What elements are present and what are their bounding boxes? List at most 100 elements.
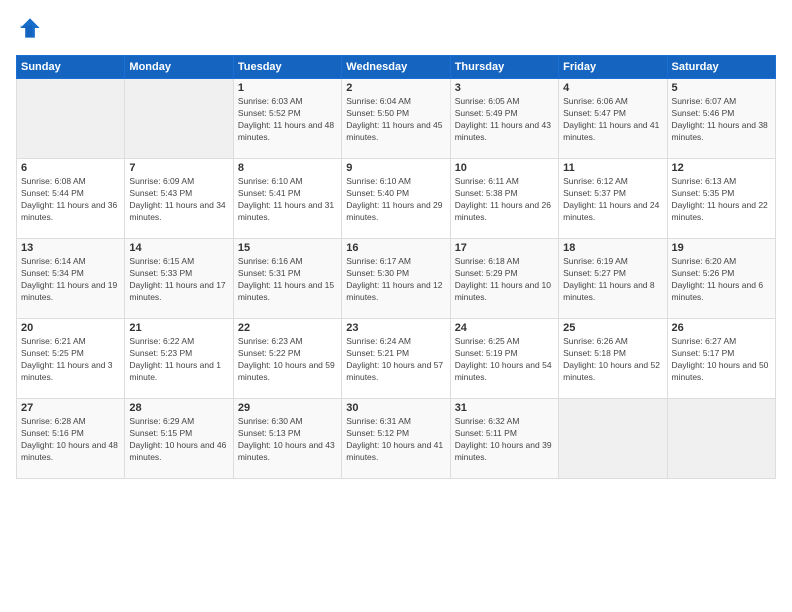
day-info: Sunrise: 6:28 AMSunset: 5:16 PMDaylight:… [21, 416, 118, 462]
calendar-cell: 12 Sunrise: 6:13 AMSunset: 5:35 PMDayligh… [667, 159, 775, 239]
day-info: Sunrise: 6:22 AMSunset: 5:23 PMDaylight:… [129, 336, 221, 382]
calendar-cell: 31Sunrise: 6:32 AMSunset: 5:11 PMDayligh… [450, 399, 558, 479]
calendar-cell: 18 Sunrise: 6:19 AMSunset: 5:27 PMDayligh… [559, 239, 667, 319]
week-row-2: 6 Sunrise: 6:08 AMSunset: 5:44 PMDaylight… [17, 159, 776, 239]
header [16, 16, 776, 45]
day-number: 24 [455, 322, 554, 334]
day-number: 13 [21, 242, 120, 254]
calendar-cell: 8 Sunrise: 6:10 AMSunset: 5:41 PMDaylight… [233, 159, 341, 239]
day-number: 11 [563, 162, 662, 174]
day-number: 6 [21, 162, 120, 174]
day-info: Sunrise: 6:04 AMSunset: 5:50 PMDaylight:… [346, 96, 442, 142]
day-info: Sunrise: 6:26 AMSunset: 5:18 PMDaylight:… [563, 336, 660, 382]
day-info: Sunrise: 6:08 AMSunset: 5:44 PMDaylight:… [21, 176, 117, 222]
day-number: 22 [238, 322, 337, 334]
calendar-cell: 5 Sunrise: 6:07 AMSunset: 5:46 PMDaylight… [667, 79, 775, 159]
day-number: 19 [672, 242, 771, 254]
day-number: 15 [238, 242, 337, 254]
week-row-3: 13 Sunrise: 6:14 AMSunset: 5:34 PMDayligh… [17, 239, 776, 319]
calendar-cell [125, 79, 233, 159]
calendar-cell: 15 Sunrise: 6:16 AMSunset: 5:31 PMDayligh… [233, 239, 341, 319]
day-info: Sunrise: 6:25 AMSunset: 5:19 PMDaylight:… [455, 336, 552, 382]
day-info: Sunrise: 6:10 AMSunset: 5:41 PMDaylight:… [238, 176, 334, 222]
calendar-cell: 7 Sunrise: 6:09 AMSunset: 5:43 PMDaylight… [125, 159, 233, 239]
day-number: 31 [455, 402, 554, 414]
weekday-header-wednesday: Wednesday [342, 56, 450, 79]
calendar-cell: 29 Sunrise: 6:30 AMSunset: 5:13 PMDayligh… [233, 399, 341, 479]
calendar-cell: 3Sunrise: 6:05 AMSunset: 5:49 PMDaylight… [450, 79, 558, 159]
calendar-cell: 21 Sunrise: 6:22 AMSunset: 5:23 PMDayligh… [125, 319, 233, 399]
calendar-cell: 26 Sunrise: 6:27 AMSunset: 5:17 PMDayligh… [667, 319, 775, 399]
day-info: Sunrise: 6:30 AMSunset: 5:13 PMDaylight:… [238, 416, 335, 462]
day-number: 18 [563, 242, 662, 254]
day-number: 5 [672, 82, 771, 94]
day-number: 26 [672, 322, 771, 334]
calendar-cell: 28 Sunrise: 6:29 AMSunset: 5:15 PMDayligh… [125, 399, 233, 479]
weekday-header-thursday: Thursday [450, 56, 558, 79]
day-info: Sunrise: 6:24 AMSunset: 5:21 PMDaylight:… [346, 336, 443, 382]
calendar-cell: 6 Sunrise: 6:08 AMSunset: 5:44 PMDaylight… [17, 159, 125, 239]
day-info: Sunrise: 6:05 AMSunset: 5:49 PMDaylight:… [455, 96, 551, 142]
week-row-5: 27 Sunrise: 6:28 AMSunset: 5:16 PMDayligh… [17, 399, 776, 479]
day-info: Sunrise: 6:06 AMSunset: 5:47 PMDaylight:… [563, 96, 659, 142]
day-number: 27 [21, 402, 120, 414]
calendar-cell [667, 399, 775, 479]
day-number: 1 [238, 82, 337, 94]
day-number: 29 [238, 402, 337, 414]
day-info: Sunrise: 6:23 AMSunset: 5:22 PMDaylight:… [238, 336, 335, 382]
week-row-4: 20Sunrise: 6:21 AMSunset: 5:25 PMDayligh… [17, 319, 776, 399]
day-number: 12 [672, 162, 771, 174]
day-number: 10 [455, 162, 554, 174]
calendar-cell: 20Sunrise: 6:21 AMSunset: 5:25 PMDayligh… [17, 319, 125, 399]
calendar-cell: 17Sunrise: 6:18 AMSunset: 5:29 PMDayligh… [450, 239, 558, 319]
day-number: 2 [346, 82, 445, 94]
day-number: 8 [238, 162, 337, 174]
day-number: 23 [346, 322, 445, 334]
calendar-cell: 27 Sunrise: 6:28 AMSunset: 5:16 PMDayligh… [17, 399, 125, 479]
calendar-cell: 10 Sunrise: 6:11 AMSunset: 5:38 PMDayligh… [450, 159, 558, 239]
calendar-cell: 22 Sunrise: 6:23 AMSunset: 5:22 PMDayligh… [233, 319, 341, 399]
day-number: 16 [346, 242, 445, 254]
day-info: Sunrise: 6:11 AMSunset: 5:38 PMDaylight:… [455, 176, 551, 222]
calendar-cell: 25 Sunrise: 6:26 AMSunset: 5:18 PMDayligh… [559, 319, 667, 399]
day-number: 4 [563, 82, 662, 94]
logo-icon [18, 16, 42, 40]
weekday-header-saturday: Saturday [667, 56, 775, 79]
day-info: Sunrise: 6:15 AMSunset: 5:33 PMDaylight:… [129, 256, 225, 302]
calendar-cell: 23 Sunrise: 6:24 AMSunset: 5:21 PMDayligh… [342, 319, 450, 399]
calendar-cell: 13 Sunrise: 6:14 AMSunset: 5:34 PMDayligh… [17, 239, 125, 319]
calendar-cell: 14Sunrise: 6:15 AMSunset: 5:33 PMDayligh… [125, 239, 233, 319]
day-info: Sunrise: 6:14 AMSunset: 5:34 PMDaylight:… [21, 256, 117, 302]
day-info: Sunrise: 6:27 AMSunset: 5:17 PMDaylight:… [672, 336, 769, 382]
day-number: 25 [563, 322, 662, 334]
day-info: Sunrise: 6:13 AMSunset: 5:35 PMDaylight:… [672, 176, 768, 222]
day-info: Sunrise: 6:10 AMSunset: 5:40 PMDaylight:… [346, 176, 442, 222]
day-number: 30 [346, 402, 445, 414]
day-info: Sunrise: 6:29 AMSunset: 5:15 PMDaylight:… [129, 416, 226, 462]
day-number: 21 [129, 322, 228, 334]
day-info: Sunrise: 6:03 AMSunset: 5:52 PMDaylight:… [238, 96, 334, 142]
calendar-cell [559, 399, 667, 479]
day-number: 28 [129, 402, 228, 414]
calendar-cell: 11 Sunrise: 6:12 AMSunset: 5:37 PMDayligh… [559, 159, 667, 239]
weekday-header-monday: Monday [125, 56, 233, 79]
calendar-page: SundayMondayTuesdayWednesdayThursdayFrid… [0, 0, 792, 612]
calendar-table: SundayMondayTuesdayWednesdayThursdayFrid… [16, 55, 776, 479]
day-number: 17 [455, 242, 554, 254]
logo [16, 16, 46, 45]
weekday-header-friday: Friday [559, 56, 667, 79]
day-number: 7 [129, 162, 228, 174]
day-info: Sunrise: 6:19 AMSunset: 5:27 PMDaylight:… [563, 256, 655, 302]
day-info: Sunrise: 6:09 AMSunset: 5:43 PMDaylight:… [129, 176, 225, 222]
weekday-header-sunday: Sunday [17, 56, 125, 79]
calendar-cell [17, 79, 125, 159]
day-info: Sunrise: 6:17 AMSunset: 5:30 PMDaylight:… [346, 256, 442, 302]
day-info: Sunrise: 6:12 AMSunset: 5:37 PMDaylight:… [563, 176, 659, 222]
day-info: Sunrise: 6:20 AMSunset: 5:26 PMDaylight:… [672, 256, 764, 302]
day-info: Sunrise: 6:07 AMSunset: 5:46 PMDaylight:… [672, 96, 768, 142]
calendar-cell: 2 Sunrise: 6:04 AMSunset: 5:50 PMDaylight… [342, 79, 450, 159]
day-info: Sunrise: 6:16 AMSunset: 5:31 PMDaylight:… [238, 256, 334, 302]
calendar-cell: 1 Sunrise: 6:03 AMSunset: 5:52 PMDaylight… [233, 79, 341, 159]
weekday-header-tuesday: Tuesday [233, 56, 341, 79]
day-info: Sunrise: 6:21 AMSunset: 5:25 PMDaylight:… [21, 336, 113, 382]
